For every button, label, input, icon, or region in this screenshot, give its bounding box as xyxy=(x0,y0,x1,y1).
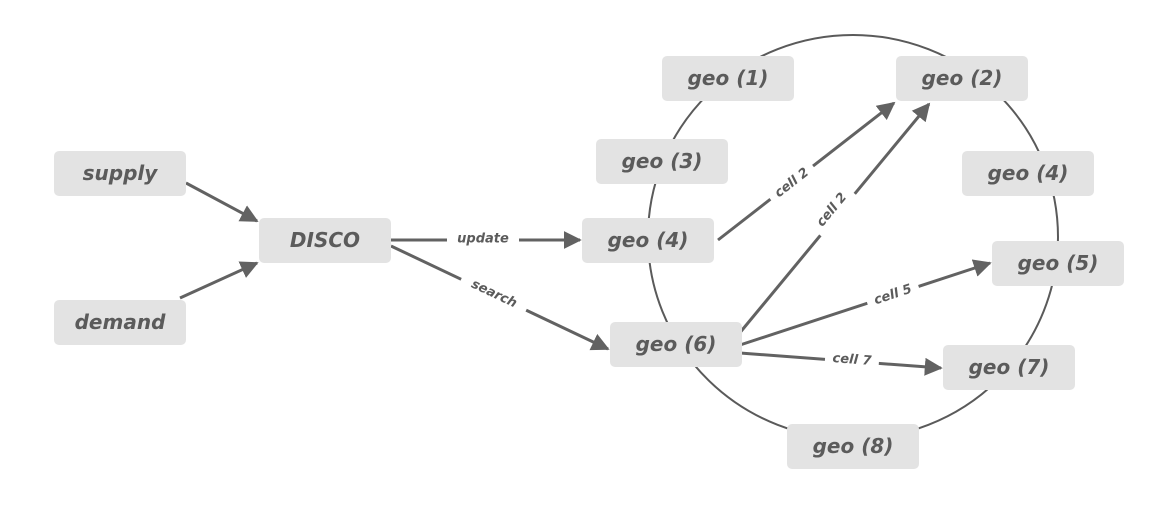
edge-label-update: update xyxy=(447,229,519,249)
edge-label-cell2-a: cell 2 xyxy=(764,158,820,208)
edge-label-cell2-b: cell 2 xyxy=(807,182,857,238)
node-geo-1-label: geo (1) xyxy=(688,66,769,90)
node-geo-5-label: geo (5) xyxy=(1018,251,1099,275)
node-demand-label: demand xyxy=(75,310,166,334)
node-disco[interactable]: DISCO xyxy=(259,218,391,263)
edge-label-cell7: cell 7 xyxy=(824,348,880,372)
diagram-canvas: update search cell 2 cell 2 cell 5 cell … xyxy=(54,34,1124,469)
node-geo-4-right-label: geo (4) xyxy=(988,161,1069,185)
node-geo-4[interactable]: geo (4) xyxy=(582,218,714,263)
node-geo-8[interactable]: geo (8) xyxy=(787,424,919,469)
node-geo-3[interactable]: geo (3) xyxy=(596,139,728,184)
node-geo-2[interactable]: geo (2) xyxy=(896,56,1028,101)
edge-label-cell5: cell 5 xyxy=(864,277,922,313)
node-geo-3-label: geo (3) xyxy=(622,149,703,173)
node-supply[interactable]: supply xyxy=(54,151,186,196)
edge-label-update-text: update xyxy=(457,232,509,247)
edge-demand-disco xyxy=(179,261,259,300)
node-geo-7-label: geo (7) xyxy=(969,355,1050,379)
edge-label-search: search xyxy=(457,269,531,319)
node-geo-1[interactable]: geo (1) xyxy=(662,56,794,101)
node-geo-8-label: geo (8) xyxy=(813,434,894,458)
node-geo-7[interactable]: geo (7) xyxy=(943,345,1075,390)
node-demand[interactable]: demand xyxy=(54,300,186,345)
node-geo-4-label: geo (4) xyxy=(608,228,689,252)
edge-geo6-geo5-cell5 xyxy=(739,259,992,347)
node-geo-2-label: geo (2) xyxy=(922,66,1003,90)
edge-label-cell7-text: cell 7 xyxy=(832,351,873,369)
edge-supply-disco xyxy=(185,181,259,223)
node-disco-label: DISCO xyxy=(290,228,360,252)
node-geo-6-label: geo (6) xyxy=(636,332,717,356)
node-supply-label: supply xyxy=(83,161,159,185)
node-geo-4-right[interactable]: geo (4) xyxy=(962,151,1094,196)
node-geo-6[interactable]: geo (6) xyxy=(610,322,742,367)
node-geo-5[interactable]: geo (5) xyxy=(992,241,1124,286)
